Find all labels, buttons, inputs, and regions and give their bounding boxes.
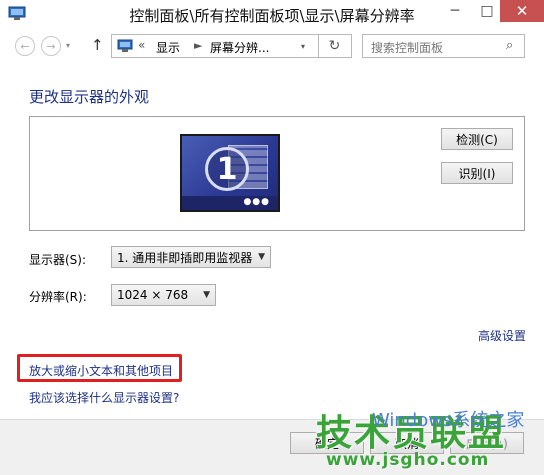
detect-button[interactable]: 检测(C) [441,128,513,150]
search-icon[interactable]: ⌕ [506,38,513,53]
window-title: 控制面板\所有控制面板项\显示\屏幕分辨率 [129,7,415,25]
display-select-value: 1. 通用非即插即用监视器 [117,250,253,265]
forward-arrow-icon[interactable]: → [41,36,61,56]
display-label: 显示器(S): [29,253,87,267]
resolution-select[interactable]: 1024 × 768 ▼ [111,284,216,306]
monitor-preview-area: 1 ●●● 检测(C) 识别(I) [29,116,525,231]
resolution-select-value: 1024 × 768 [117,288,189,302]
refresh-icon[interactable]: ↻ [318,34,352,58]
breadcrumb-overflow-icon[interactable]: « [138,38,145,52]
apply-button[interactable]: 应用(A) [450,432,524,454]
address-bar[interactable]: « 显示 ► 屏幕分辨... ▾ [111,34,319,58]
up-arrow-icon[interactable]: ↑ [91,36,104,54]
page-title: 更改显示器的外观 [29,88,150,106]
navigation-bar: ← → ▾ ↑ « 显示 ► 屏幕分辨... ▾ ↻ 搜索控制面板 ⌕ [0,30,544,64]
maximize-button[interactable]: □ [472,0,502,22]
search-input[interactable]: 搜索控制面板 ⌕ [362,34,525,58]
title-bar: 控制面板\所有控制面板项\显示\屏幕分辨率 ─ □ ✕ [0,0,544,30]
which-settings-link[interactable]: 我应该选择什么显示器设置? [29,389,179,406]
ok-button[interactable]: 确定 [290,432,364,454]
resolution-label: 分辨率(R): [29,290,87,304]
control-panel-icon [8,6,26,20]
cancel-button[interactable]: 取消 [370,432,444,454]
advanced-settings-link[interactable]: 高级设置 [478,327,526,344]
monitor-icon[interactable]: 1 ●●● [180,134,280,212]
breadcrumb-display[interactable]: 显示 [156,39,180,56]
chevron-down-icon: ▼ [258,252,265,262]
breadcrumb-arrow-icon[interactable]: ► [194,39,202,52]
scale-text-link[interactable]: 放大或缩小文本和其他项目 [29,362,173,379]
breadcrumb-screen-resolution[interactable]: 屏幕分辨... [210,39,269,56]
display-select[interactable]: 1. 通用非即插即用监视器 ▼ [111,246,271,268]
monitor-number: 1 [205,147,249,191]
monitor-taskbar-graphic: ●●● [182,196,278,210]
close-button[interactable]: ✕ [500,0,544,22]
address-dropdown-icon[interactable]: ▾ [301,42,305,51]
control-panel-icon [117,39,133,52]
chevron-down-icon: ▼ [203,290,210,300]
identify-button[interactable]: 识别(I) [441,162,513,184]
search-placeholder: 搜索控制面板 [371,41,444,55]
recent-pages-chevron-icon[interactable]: ▾ [66,41,70,50]
back-arrow-icon[interactable]: ← [15,36,35,56]
minimize-button[interactable]: ─ [440,0,470,22]
